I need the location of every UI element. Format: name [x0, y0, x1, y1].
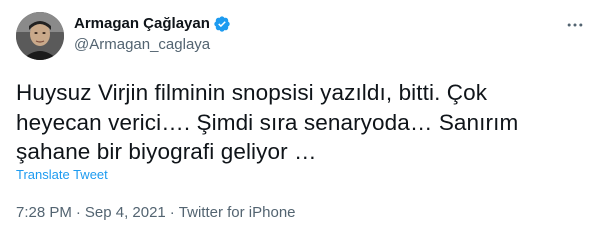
verified-badge-icon	[213, 15, 231, 33]
tweet-metadata: 7:28 PM · Sep 4, 2021 · Twitter for iPho…	[16, 203, 296, 223]
avatar-image	[16, 12, 64, 60]
tweet-source[interactable]: Twitter for iPhone	[179, 203, 296, 223]
user-handle[interactable]: @Armagan_caglaya	[74, 35, 231, 55]
tweet-text: Huysuz Virjin filminin snopsisi yazıldı,…	[16, 80, 519, 164]
name-row: Armagan Çağlayan	[74, 14, 231, 34]
tweet-date[interactable]: Sep 4, 2021	[85, 203, 166, 223]
translate-tweet-link[interactable]: Translate Tweet	[16, 167, 108, 183]
user-info: Armagan Çağlayan @Armagan_caglaya	[74, 14, 231, 55]
tweet-card: Armagan Çağlayan @Armagan_caglaya Huysuz…	[0, 0, 602, 240]
display-name[interactable]: Armagan Çağlayan	[74, 14, 210, 34]
avatar[interactable]	[16, 12, 64, 60]
tweet-time[interactable]: 7:28 PM	[16, 203, 72, 223]
more-options-icon[interactable]	[564, 14, 586, 36]
meta-separator: ·	[75, 204, 81, 221]
meta-separator: ·	[169, 204, 175, 221]
